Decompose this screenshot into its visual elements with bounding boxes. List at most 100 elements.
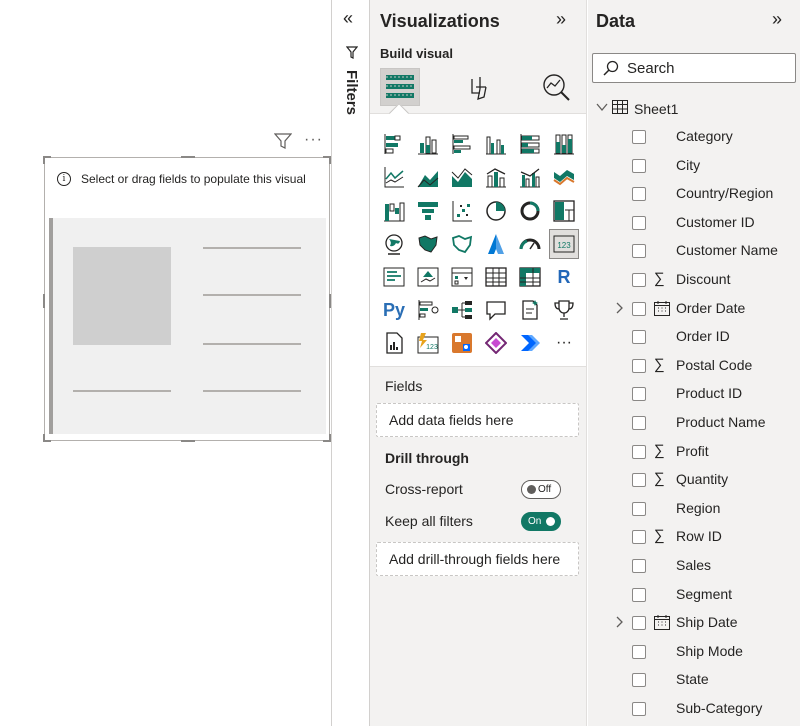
field-checkbox[interactable]: [632, 330, 646, 345]
field-row[interactable]: Category: [608, 127, 798, 151]
analytics-tab[interactable]: [536, 68, 576, 106]
table-node-sheet1[interactable]: Sheet1: [596, 100, 678, 117]
field-checkbox[interactable]: [632, 215, 646, 230]
report-canvas[interactable]: ··· i Select or drag fields to populate …: [0, 0, 331, 726]
multi-row-card-icon[interactable]: [379, 262, 409, 292]
expand-filters-icon[interactable]: «: [343, 8, 353, 29]
field-checkbox[interactable]: [632, 644, 646, 659]
search-input[interactable]: Search: [592, 53, 796, 83]
chevron-right-icon[interactable]: [614, 616, 624, 631]
card-icon[interactable]: 123: [549, 229, 579, 259]
field-checkbox[interactable]: [632, 130, 646, 144]
field-row[interactable]: Customer Name: [608, 241, 798, 265]
field-checkbox[interactable]: [632, 273, 646, 287]
field-row[interactable]: Product Name: [608, 413, 798, 437]
field-row[interactable]: Sales: [608, 556, 798, 580]
field-row[interactable]: City: [608, 156, 798, 180]
field-row[interactable]: ∑ Profit: [608, 442, 798, 466]
fields-drop-well[interactable]: Add data fields here: [376, 403, 579, 437]
clustered-column-chart-icon[interactable]: [481, 129, 511, 159]
chevron-right-icon[interactable]: [614, 302, 624, 317]
field-row[interactable]: Ship Date: [608, 613, 798, 637]
visual-filter-icon[interactable]: [273, 132, 293, 155]
power-automate-icon[interactable]: [447, 328, 477, 358]
field-checkbox[interactable]: [632, 301, 646, 316]
field-row[interactable]: ∑ Quantity: [608, 470, 798, 494]
100-stacked-bar-chart-icon[interactable]: [515, 129, 545, 159]
gauge-icon[interactable]: [515, 229, 545, 259]
trophy-icon[interactable]: [549, 295, 579, 325]
kpi-icon[interactable]: [413, 262, 443, 292]
scatter-chart-icon[interactable]: [447, 196, 477, 226]
field-row[interactable]: ∑ Row ID: [608, 527, 798, 551]
r-visual-icon[interactable]: R: [549, 262, 579, 292]
stacked-column-chart-icon[interactable]: [413, 129, 443, 159]
drill-through-drop-well[interactable]: Add drill-through fields here: [376, 542, 579, 576]
power-automate-chevron-icon[interactable]: [515, 328, 545, 358]
donut-chart-icon[interactable]: [515, 196, 545, 226]
100-stacked-column-chart-icon[interactable]: [549, 129, 579, 159]
field-checkbox[interactable]: [632, 387, 646, 402]
format-visual-tab[interactable]: [460, 68, 500, 106]
treemap-icon[interactable]: [549, 196, 579, 226]
field-checkbox[interactable]: [632, 587, 646, 602]
field-checkbox[interactable]: [632, 559, 646, 573]
stacked-bar-chart-icon[interactable]: [379, 129, 409, 159]
resize-handle-top[interactable]: [181, 156, 195, 158]
field-row[interactable]: Segment: [608, 585, 798, 609]
filters-label[interactable]: Filters: [343, 70, 360, 115]
area-chart-icon[interactable]: [413, 162, 443, 192]
field-row[interactable]: Order ID: [608, 327, 798, 351]
field-row[interactable]: Ship Mode: [608, 642, 798, 666]
chevron-down-icon[interactable]: [596, 101, 608, 116]
matrix-icon[interactable]: [515, 262, 545, 292]
python-visual-icon[interactable]: Py: [379, 295, 409, 325]
field-checkbox[interactable]: [632, 416, 646, 430]
field-checkbox[interactable]: [632, 616, 646, 631]
field-checkbox[interactable]: [632, 358, 646, 373]
paginated-report-icon[interactable]: [379, 328, 409, 358]
power-apps-diamond-icon[interactable]: [481, 328, 511, 358]
field-checkbox[interactable]: [632, 702, 646, 716]
power-apps-icon[interactable]: 123: [413, 328, 443, 358]
ribbon-chart-icon[interactable]: [549, 162, 579, 192]
clustered-bar-chart-icon[interactable]: [447, 129, 477, 159]
empty-visual[interactable]: i Select or drag fields to populate this…: [43, 156, 331, 442]
field-row[interactable]: Sub-Category: [608, 699, 798, 723]
table-icon[interactable]: [481, 262, 511, 292]
field-row[interactable]: ∑ Postal Code: [608, 356, 798, 380]
field-checkbox[interactable]: [632, 501, 646, 516]
field-checkbox[interactable]: [632, 187, 646, 202]
shape-map-icon[interactable]: [447, 229, 477, 259]
filters-pane-collapsed[interactable]: « Filters: [331, 0, 370, 726]
field-checkbox[interactable]: [632, 158, 646, 173]
decomposition-tree-icon[interactable]: [447, 295, 477, 325]
slicer-icon[interactable]: [447, 262, 477, 292]
azure-map-icon[interactable]: [481, 229, 511, 259]
keep-filters-toggle[interactable]: On: [521, 512, 561, 531]
field-row[interactable]: Order Date: [608, 299, 798, 323]
filled-map-icon[interactable]: [413, 229, 443, 259]
field-row[interactable]: State: [608, 670, 798, 694]
line-stacked-column-chart-icon[interactable]: [481, 162, 511, 192]
stacked-area-chart-icon[interactable]: [447, 162, 477, 192]
smart-narrative-icon[interactable]: [515, 295, 545, 325]
field-row[interactable]: Country/Region: [608, 184, 798, 208]
field-row[interactable]: Product ID: [608, 384, 798, 408]
field-row[interactable]: ∑ Discount: [608, 270, 798, 294]
field-checkbox[interactable]: [632, 530, 646, 545]
key-influencers-icon[interactable]: [413, 295, 443, 325]
qa-visual-icon[interactable]: [481, 295, 511, 325]
field-checkbox[interactable]: [632, 244, 646, 259]
resize-handle-left[interactable]: [43, 294, 45, 308]
collapse-data-icon[interactable]: »: [772, 9, 782, 30]
field-checkbox[interactable]: [632, 473, 646, 488]
more-options-icon[interactable]: ···: [304, 131, 323, 149]
field-row[interactable]: Customer ID: [608, 213, 798, 237]
line-chart-icon[interactable]: [379, 162, 409, 192]
funnel-chart-icon[interactable]: [413, 196, 443, 226]
field-row[interactable]: Region: [608, 499, 798, 523]
pie-chart-icon[interactable]: [481, 196, 511, 226]
build-visual-tab[interactable]: [380, 68, 420, 106]
resize-handle-bottom[interactable]: [181, 440, 195, 442]
